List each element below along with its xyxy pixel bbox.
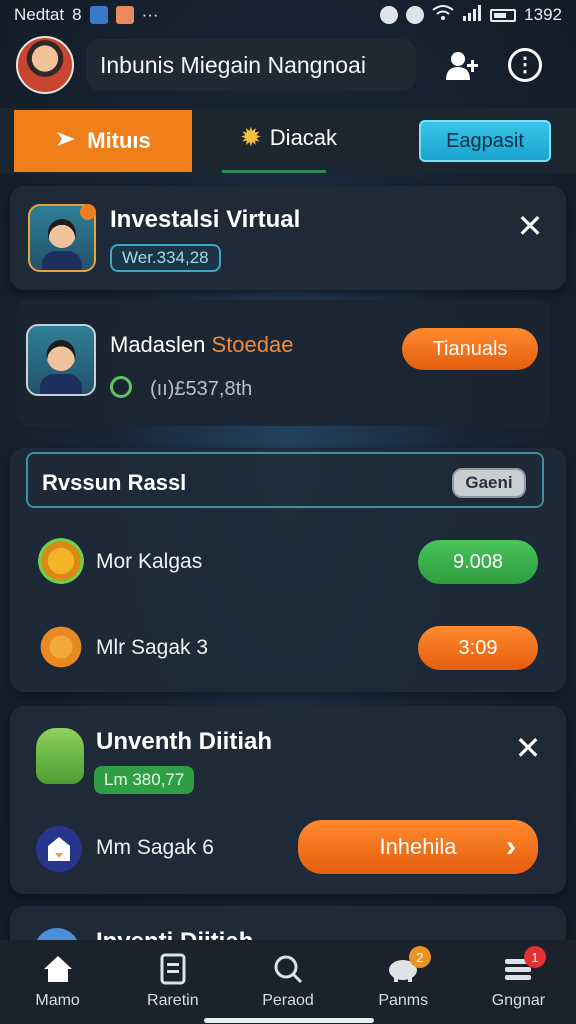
person-settings-icon[interactable]	[442, 45, 482, 85]
header-title: Inbunis Miegain Nangnoai	[100, 51, 366, 78]
tab-diacak[interactable]: ✹ Diacak	[240, 122, 337, 153]
nav-home[interactable]: Mamo	[0, 940, 115, 1024]
eagpasit-button[interactable]: Eagpasit	[419, 120, 551, 162]
eagpasit-button-label: Eagpasit	[446, 129, 524, 152]
tab-mitus[interactable]: Mituıs	[14, 110, 192, 172]
chevron-right-icon: ›	[506, 830, 516, 863]
section-badge[interactable]: Gaeni	[452, 468, 526, 498]
investment-title: Investalsi Virtual	[110, 206, 301, 233]
inhehila-button[interactable]: Inhehila ›	[298, 820, 538, 874]
nav-panms-label: Panms	[378, 992, 429, 1009]
row-2-label: Mlr Sagak 3	[96, 636, 209, 659]
inhehila-button-label: Inhehila	[379, 834, 457, 859]
alarm-icon	[406, 6, 425, 24]
row-1-value-button[interactable]: 9.008	[418, 540, 538, 584]
header-title-field[interactable]: Inbunis Miegain Nangnoai	[86, 39, 416, 91]
status-time: 1392	[524, 5, 562, 24]
section-header: Rvssun Rassl Gaeni	[26, 452, 544, 508]
wifi-icon	[432, 4, 454, 26]
user-avatar[interactable]	[16, 36, 74, 94]
user-card-avatar	[26, 324, 96, 396]
inventory-tag: Lm 380,77	[94, 766, 195, 794]
app-header: Inbunis Miegain Nangnoai ⋮	[0, 34, 576, 96]
sync-icon	[380, 6, 399, 24]
carrier-label: Nedtat	[14, 5, 65, 24]
row-2-value-button[interactable]: 3:09	[418, 626, 538, 670]
app-notification-icon	[89, 6, 108, 24]
section-title: Rvssun Rassl	[42, 470, 187, 495]
inventory-card: Unventh Diitiah Lm 380,77 ✕ Mm Sagak 6 I…	[10, 706, 566, 894]
user-card: Madaslen Stoedae (ıı)£537,8th Tianuals	[16, 300, 550, 426]
bottom-navigation: Mamo Raretin Peraod 2 Panms 1 Gngnar	[0, 940, 576, 1024]
home-icon	[41, 952, 75, 986]
gold-medal-icon	[38, 538, 84, 584]
nav-panms-badge: 2	[408, 946, 431, 968]
house-tag-icon	[36, 826, 82, 872]
nav-peraod[interactable]: Peraod	[230, 940, 345, 1024]
nav-gngnar[interactable]: 1 Gngnar	[461, 940, 576, 1024]
document-icon	[156, 952, 190, 986]
row-1-label: Mor Kalgas	[96, 550, 203, 573]
carrier-number: 8	[72, 5, 82, 24]
nav-home-label: Mamo	[35, 992, 80, 1009]
tab-diacak-label: Diacak	[269, 124, 338, 150]
more-options-icon[interactable]: ⋮	[508, 48, 542, 82]
photo-notification-icon	[115, 6, 134, 24]
close-icon[interactable]: ✕	[512, 208, 548, 244]
play-arrow-icon	[55, 128, 77, 154]
inventory-row-label: Mm Sagak 6	[96, 836, 214, 859]
nav-gngnar-label: Gngnar	[491, 992, 546, 1009]
tianuals-button-label: Tianuals	[432, 337, 508, 360]
tianuals-button[interactable]: Tianuals	[402, 328, 538, 370]
user-name: Madaslen Stoedae	[110, 332, 293, 358]
tab-mitus-label: Mituıs	[87, 128, 151, 153]
close-icon[interactable]: ✕	[510, 730, 546, 766]
status-bar: Nedtat 8 ··· 1392	[0, 0, 576, 30]
inventory-title: Unventh Diitiah	[96, 728, 273, 755]
starburst-icon: ✹	[240, 122, 262, 152]
nav-peraod-label: Peraod	[262, 992, 314, 1009]
nav-gngnar-badge: 1	[524, 946, 547, 968]
thumb-badge-icon	[80, 204, 96, 220]
user-name-first: Madaslen	[110, 332, 206, 357]
results-section: Rvssun Rassl Gaeni Mor Kalgas 9.008 Mlr …	[10, 448, 566, 692]
tab-underline	[222, 170, 326, 173]
row-1-value: 9.008	[452, 550, 504, 573]
search-icon	[271, 952, 305, 986]
signal-icon	[462, 4, 482, 26]
investment-card: Investalsi Virtual Wer.334,28 ✕	[10, 186, 566, 290]
user-amount: (ıı)£537,8th	[150, 378, 253, 400]
investment-tag: Wer.334,28	[110, 244, 221, 272]
more-notifications-icon: ···	[141, 5, 159, 24]
frog-mascot-icon	[36, 728, 84, 784]
nav-raretin-label: Raretin	[147, 992, 199, 1009]
user-name-second: Stoedae	[211, 332, 294, 357]
nav-raretin[interactable]: Raretin	[115, 940, 230, 1024]
gear-icon	[38, 624, 84, 670]
nav-panms[interactable]: 2 Panms	[346, 940, 461, 1024]
home-indicator	[204, 1018, 374, 1023]
camera-icon	[110, 376, 132, 398]
row-2-value: 3:09	[458, 636, 498, 659]
battery-icon	[490, 8, 517, 22]
